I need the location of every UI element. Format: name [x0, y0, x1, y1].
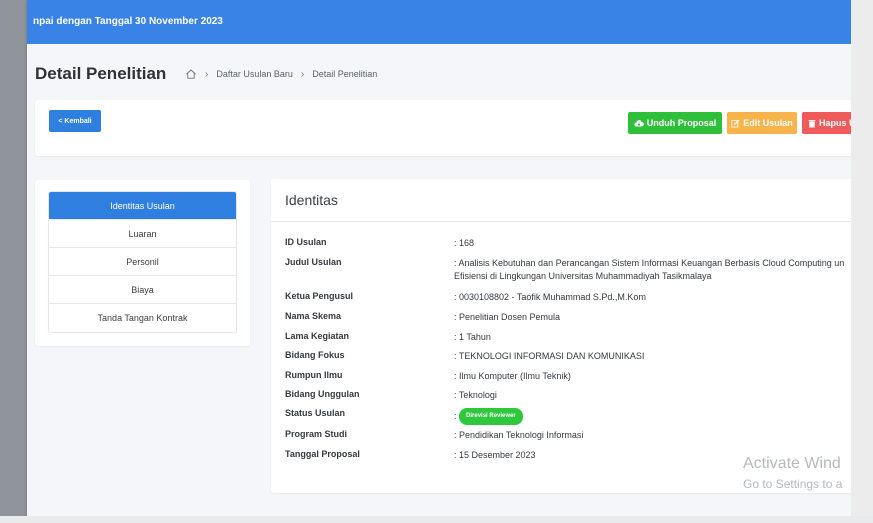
- detail-value: : 1 Tahun: [454, 332, 491, 342]
- status-badge: Direvisi Reviewer: [459, 408, 523, 425]
- edit-icon: [731, 119, 740, 127]
- detail-label: Ketua Pengusul: [285, 291, 354, 301]
- page-title-row: Detail Penelitian: [35, 62, 166, 86]
- detail-list: ID Usulan : 168 Judul Usulan : Analisis …: [285, 237, 851, 469]
- card-title: Identitas: [285, 192, 338, 208]
- sidebar-item-tanda-tangan-kontrak[interactable]: Tanda Tangan Kontrak: [49, 304, 236, 332]
- trash-icon: [808, 119, 816, 127]
- detail-label: Bidang Fokus: [285, 350, 345, 360]
- detail-row-bidang-unggulan: Bidang Unggulan : Teknologi: [285, 389, 851, 408]
- detail-label: Nama Skema: [285, 311, 342, 321]
- edit-usulan-label: Edit Usulan: [743, 118, 793, 128]
- breadcrumb-current: Detail Penelitian: [312, 69, 378, 79]
- activate-windows-watermark: Activate Wind Go to Settings to a: [743, 455, 842, 491]
- banner-text: npai dengan Tanggal 30 November 2023: [33, 16, 223, 27]
- delete-usulan-button[interactable]: Hapus U: [802, 112, 851, 134]
- detail-value: : Teknologi: [454, 390, 497, 400]
- detail-label: Tanggal Proposal: [285, 449, 360, 459]
- detail-label: Bidang Unggulan: [285, 389, 360, 399]
- detail-label: Rumpun Ilmu: [285, 370, 343, 380]
- detail-row-judul-usulan: Judul Usulan : Analisis Kebutuhan dan Pe…: [285, 257, 851, 291]
- watermark-line-1: Activate Wind: [743, 455, 841, 472]
- download-proposal-label: Unduh Proposal: [646, 118, 717, 128]
- edit-usulan-button[interactable]: Edit Usulan: [727, 112, 797, 134]
- identitas-card: Identitas ID Usulan : 168 Judul Usulan :…: [271, 179, 851, 493]
- back-button[interactable]: < Kembali: [49, 110, 101, 132]
- download-proposal-button[interactable]: Unduh Proposal: [628, 112, 722, 134]
- sidebar-menu: Identitas Usulan Luaran Personil Biaya T…: [48, 191, 237, 333]
- detail-value: : Penelitian Dosen Pemula: [454, 312, 561, 322]
- judul-line-1: : Analisis Kebutuhan dan Perancangan Sis…: [454, 258, 845, 268]
- detail-row-bidang-fokus: Bidang Fokus : TEKNOLOGI INFORMASI DAN K…: [285, 350, 851, 370]
- detail-label: Judul Usulan: [285, 257, 342, 267]
- detail-value: : TEKNOLOGI INFORMASI DAN KOMUNIKASI: [454, 351, 645, 361]
- detail-row-nama-skema: Nama Skema : Penelitian Dosen Pemula: [285, 311, 851, 331]
- detail-value: : 0030108802 - Taofik Muhammad S.Pd.,M.K…: [454, 292, 646, 302]
- detail-value: : Ilmu Komputer (Ilmu Teknik): [454, 371, 571, 381]
- detail-row-lama-kegiatan: Lama Kegiatan : 1 Tahun: [285, 331, 851, 350]
- detail-value: : 168: [454, 238, 475, 248]
- sidebar-item-identitas-usulan[interactable]: Identitas Usulan: [49, 192, 236, 220]
- status-colon: :: [454, 410, 457, 421]
- judul-line-2: Efisiensi di Lingkungan Universitas Muha…: [454, 271, 712, 281]
- breadcrumb-separator-icon: ›: [300, 68, 305, 80]
- card-header: Identitas: [271, 179, 851, 222]
- detail-row-ketua-pengusul: Ketua Pengusul : 0030108802 - Taofik Muh…: [285, 291, 851, 311]
- detail-label: Status Usulan: [285, 408, 346, 418]
- detail-label: Lama Kegiatan: [285, 331, 350, 341]
- watermark-line-2: Go to Settings to a: [743, 477, 843, 491]
- page-title: Detail Penelitian: [35, 64, 167, 83]
- sidebar-item-luaran[interactable]: Luaran: [49, 220, 236, 248]
- detail-row-id-usulan: ID Usulan : 168: [285, 237, 851, 257]
- detail-row-rumpun-ilmu: Rumpun Ilmu : Ilmu Komputer (Ilmu Teknik…: [285, 370, 851, 389]
- cloud-download-icon: [634, 119, 644, 127]
- right-gutter: [851, 0, 873, 523]
- detail-value: : Analisis Kebutuhan dan Perancangan Sis…: [454, 257, 851, 291]
- top-banner: npai dengan Tanggal 30 November 2023: [27, 0, 851, 44]
- home-icon[interactable]: [185, 68, 197, 80]
- detail-value: : Direvisi Reviewer: [454, 408, 851, 429]
- sidebar-card: Identitas Usulan Luaran Personil Biaya T…: [35, 180, 250, 346]
- detail-row-status-usulan: Status Usulan : Direvisi Reviewer: [285, 408, 851, 429]
- bottom-gutter: [0, 516, 873, 523]
- detail-value: : Pendidikan Teknologi Informasi: [454, 430, 584, 440]
- sidebar-item-biaya[interactable]: Biaya: [49, 276, 236, 304]
- left-gutter: [0, 0, 27, 523]
- delete-usulan-label: Hapus U: [819, 118, 851, 128]
- detail-label: Program Studi: [285, 429, 348, 439]
- breadcrumb-link-daftar-usulan-baru[interactable]: Daftar Usulan Baru: [216, 69, 293, 79]
- action-toolbar: < Kembali Unduh Proposal Edit Usulan Hap…: [35, 100, 851, 156]
- browser-viewport: npai dengan Tanggal 30 November 2023 Det…: [27, 0, 851, 516]
- breadcrumb-separator-icon: ›: [205, 68, 209, 80]
- detail-label: ID Usulan: [285, 237, 327, 247]
- sidebar-item-personil[interactable]: Personil: [49, 248, 236, 276]
- detail-row-program-studi: Program Studi : Pendidikan Teknologi Inf…: [285, 429, 851, 449]
- breadcrumb: › Daftar Usulan Baru › Detail Penelitian: [185, 68, 377, 80]
